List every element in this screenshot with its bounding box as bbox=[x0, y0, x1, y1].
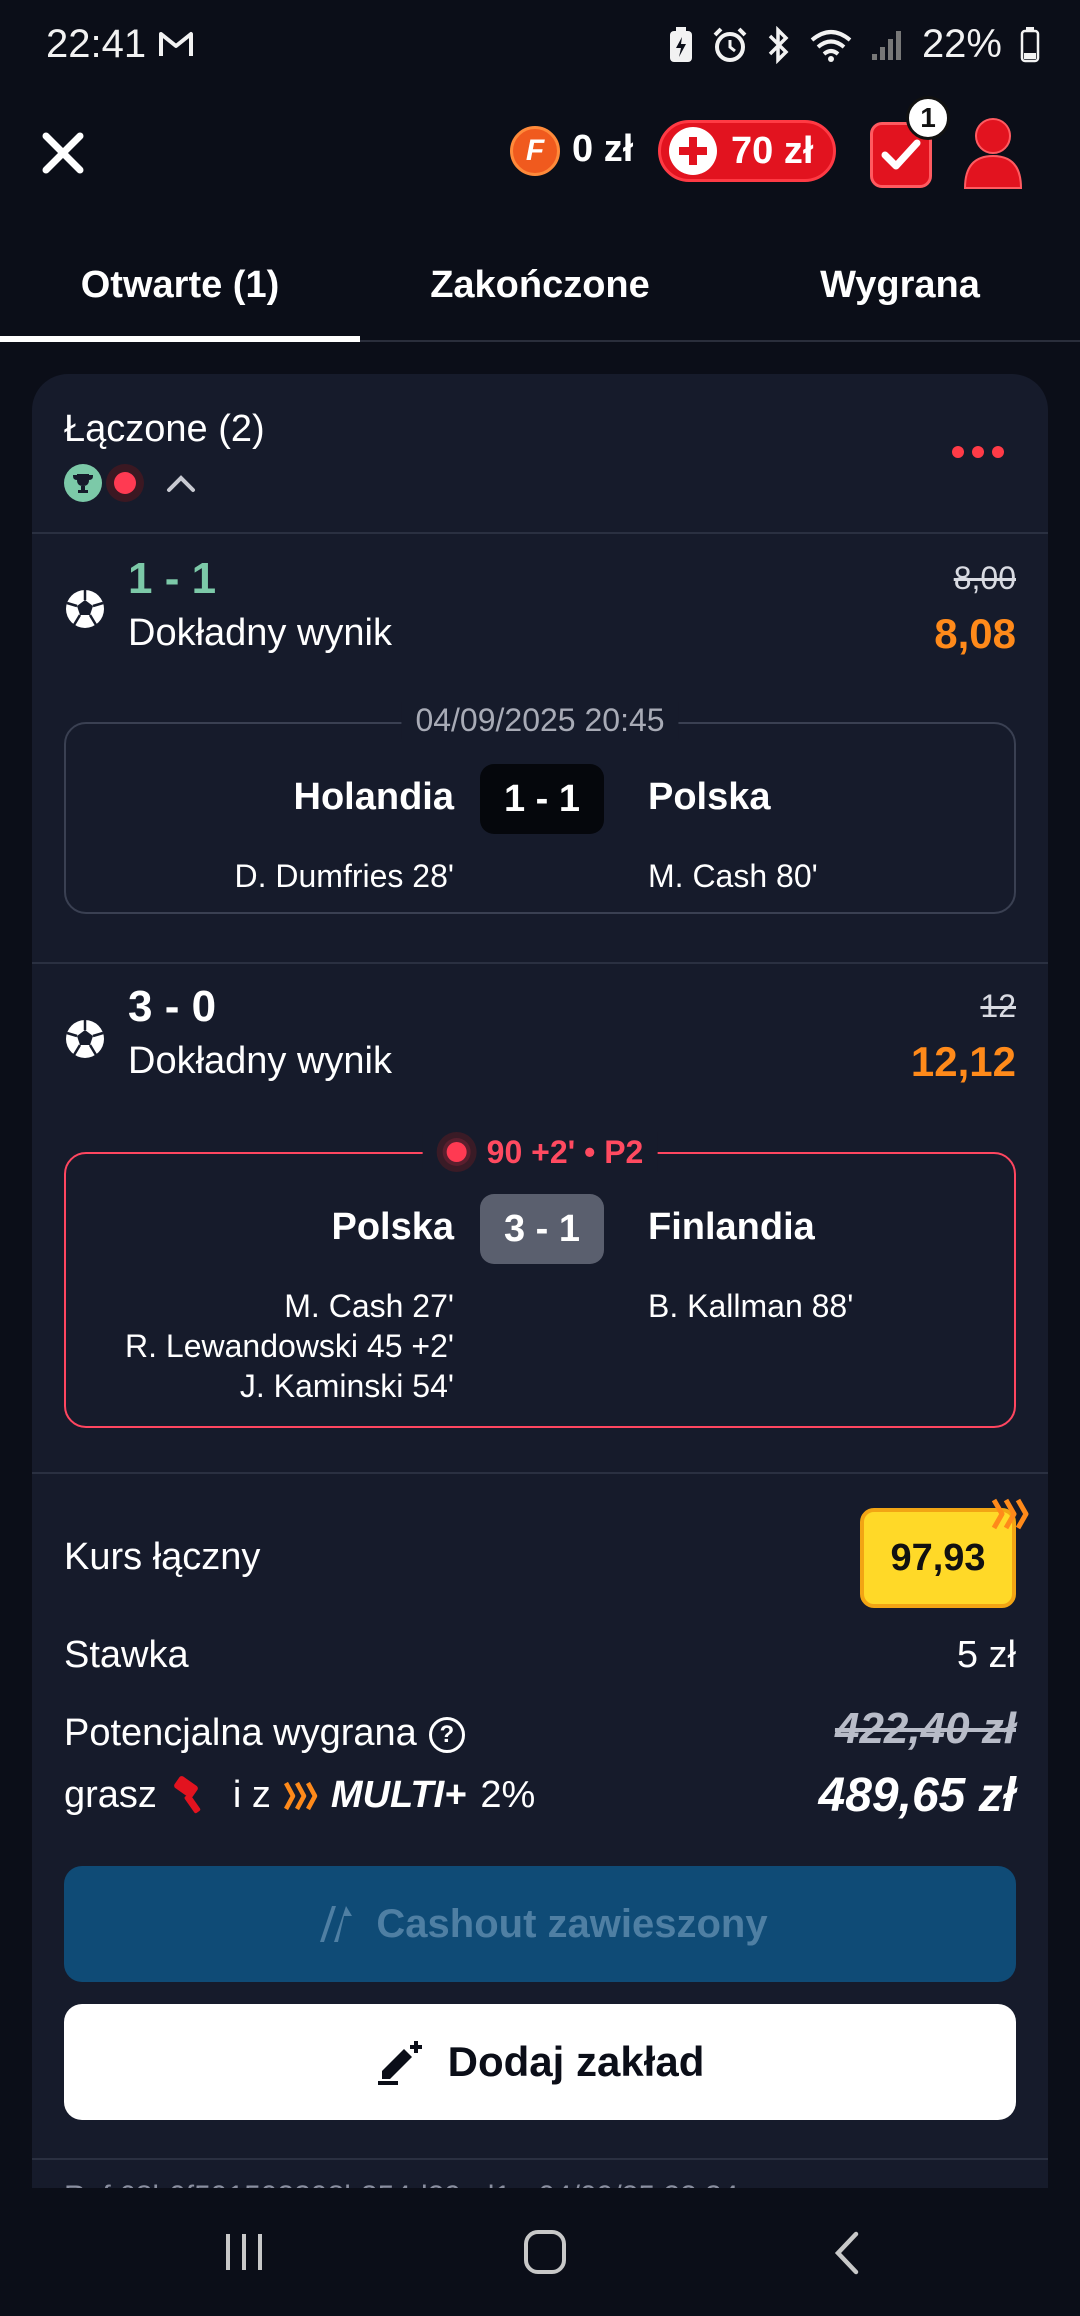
home-scorers: M. Cash 27' R. Lewandowski 45 +2' J. Kam… bbox=[125, 1286, 454, 1406]
betslip-count-badge: 1 bbox=[906, 96, 950, 140]
home-scorers: D. Dumfries 28' bbox=[235, 856, 455, 896]
back-icon[interactable] bbox=[832, 2230, 862, 2276]
divider bbox=[32, 2158, 1048, 2160]
bluetooth-icon bbox=[768, 25, 789, 64]
user-profile-icon[interactable] bbox=[960, 114, 1026, 190]
multi-prefix: grasz bbox=[64, 1774, 157, 1816]
scorer: J. Kaminski 54' bbox=[239, 1368, 454, 1404]
multi-boost-icon bbox=[991, 1498, 1029, 1530]
scorer: M. Cash 27' bbox=[284, 1288, 454, 1324]
divider bbox=[32, 1472, 1048, 1474]
alarm-icon bbox=[713, 27, 747, 62]
close-icon[interactable] bbox=[40, 130, 86, 176]
selection-odd: 12,12 bbox=[910, 1038, 1016, 1085]
match-datetime: 04/09/2025 20:45 bbox=[401, 702, 679, 739]
tab-settled[interactable]: Zakończone bbox=[360, 230, 720, 340]
selection-old-odd: 12 bbox=[980, 988, 1016, 1024]
selection-score: 3 - 0 bbox=[128, 982, 217, 1031]
selection-market: Dokładny wynik bbox=[128, 1040, 392, 1082]
gmail-icon bbox=[159, 32, 193, 56]
away-scorers: M. Cash 80' bbox=[648, 856, 818, 896]
wifi-icon bbox=[810, 29, 852, 62]
scorer: B. Kallman 88' bbox=[648, 1288, 854, 1324]
home-team: Polska bbox=[331, 1206, 454, 1248]
cashout-label: Cashout zawieszony bbox=[376, 1901, 768, 1946]
deposit-button[interactable]: 70 zł bbox=[658, 120, 836, 182]
selection-market: Dokładny wynik bbox=[128, 612, 392, 654]
live-indicator-icon bbox=[436, 1132, 477, 1172]
multi-middle: i z bbox=[232, 1774, 271, 1816]
add-bet-label: Dodaj zakład bbox=[447, 2038, 705, 2085]
potential-win-label: Potencjalna wygrana bbox=[64, 1712, 417, 1754]
away-team: Finlandia bbox=[648, 1206, 815, 1248]
help-icon[interactable]: ? bbox=[428, 1716, 465, 1753]
home-team: Holandia bbox=[293, 776, 454, 818]
add-bet-button[interactable]: Dodaj zakład bbox=[64, 2004, 1016, 2120]
top-bar: F 0 zł 70 zł 1 bbox=[0, 96, 1080, 230]
away-scorers: B. Kallman 88' bbox=[648, 1286, 853, 1326]
tab-won[interactable]: Wygrana bbox=[720, 230, 1080, 340]
live-match-box[interactable]: 90 +2' • P2 Polska 3 - 1 Finlandia M. Ca… bbox=[64, 1132, 1016, 1428]
hammer-icon bbox=[174, 1775, 201, 1813]
old-potential-win: 422,40 zł bbox=[834, 1704, 1016, 1753]
checkmark-icon bbox=[881, 139, 921, 170]
selection-item: 1 - 1 Dokładny wynik 8,00 8,08 04/09/202… bbox=[32, 534, 1048, 964]
chevron-up-icon[interactable] bbox=[166, 473, 196, 493]
battery-icon bbox=[1020, 26, 1040, 62]
system-nav-bar bbox=[0, 2188, 1080, 2316]
soccer-ball-icon bbox=[66, 590, 104, 628]
soccer-ball-icon bbox=[66, 1020, 104, 1058]
cashout-icon bbox=[320, 1906, 353, 1942]
multi-brand: MULTI+ bbox=[330, 1774, 467, 1816]
battery-saver-icon bbox=[669, 26, 692, 62]
cashout-button[interactable]: Cashout zawieszony bbox=[64, 1866, 1016, 1982]
selection-old-odd: 8,00 bbox=[953, 560, 1016, 596]
scorer: M. Cash 80' bbox=[648, 858, 818, 894]
more-options-icon[interactable] bbox=[952, 446, 1004, 458]
stake-value: 5 zł bbox=[956, 1634, 1016, 1676]
multi-percent: 2% bbox=[480, 1774, 536, 1816]
match-result: 3 - 1 bbox=[480, 1194, 604, 1264]
away-team: Polska bbox=[648, 776, 771, 818]
match-box[interactable]: 04/09/2025 20:45 Holandia 1 - 1 Polska D… bbox=[64, 702, 1016, 914]
signal-icon bbox=[871, 30, 901, 60]
balance-amount: 70 zł bbox=[731, 129, 814, 172]
bet-card: Łączone (2) 1 - 1 Dokładny wynik 8,00 8,… bbox=[32, 374, 1048, 2274]
trophy-icon bbox=[64, 464, 102, 502]
home-icon[interactable] bbox=[524, 2230, 566, 2274]
multi-chevrons-icon bbox=[283, 1781, 318, 1810]
status-time: 22:41 bbox=[46, 22, 147, 66]
recent-apps-icon[interactable] bbox=[222, 2232, 266, 2272]
selection-odd: 8,08 bbox=[934, 610, 1016, 657]
bet-history-tabs: Otwarte (1) Zakończone Wygrana bbox=[0, 230, 1080, 342]
bet-card-header[interactable]: Łączone (2) bbox=[32, 374, 1048, 534]
total-odds-label: Kurs łączny bbox=[64, 1536, 261, 1578]
tab-open[interactable]: Otwarte (1) bbox=[0, 230, 360, 342]
multi-bonus-line: grasz i z MULTI+ 2% bbox=[64, 1774, 535, 1817]
edit-add-icon bbox=[377, 2041, 422, 2085]
live-indicator-icon bbox=[106, 464, 144, 502]
match-result: 1 - 1 bbox=[480, 764, 604, 834]
selection-score: 1 - 1 bbox=[128, 554, 217, 603]
battery-percent: 22% bbox=[921, 22, 1002, 66]
bet-type-title: Łączone (2) bbox=[64, 408, 265, 450]
status-bar: 22:41 22% bbox=[0, 0, 1080, 100]
scorer: R. Lewandowski 45 +2' bbox=[125, 1328, 454, 1364]
plus-icon bbox=[669, 127, 717, 175]
fantasy-balance[interactable]: 0 zł bbox=[572, 128, 633, 171]
fantasy-coin-icon: F bbox=[510, 126, 560, 176]
potential-win-value: 489,65 zł bbox=[818, 1769, 1016, 1822]
scorer: D. Dumfries 28' bbox=[234, 858, 455, 894]
stake-label: Stawka bbox=[64, 1634, 189, 1676]
match-time: 90 +2' • P2 bbox=[486, 1133, 644, 1170]
